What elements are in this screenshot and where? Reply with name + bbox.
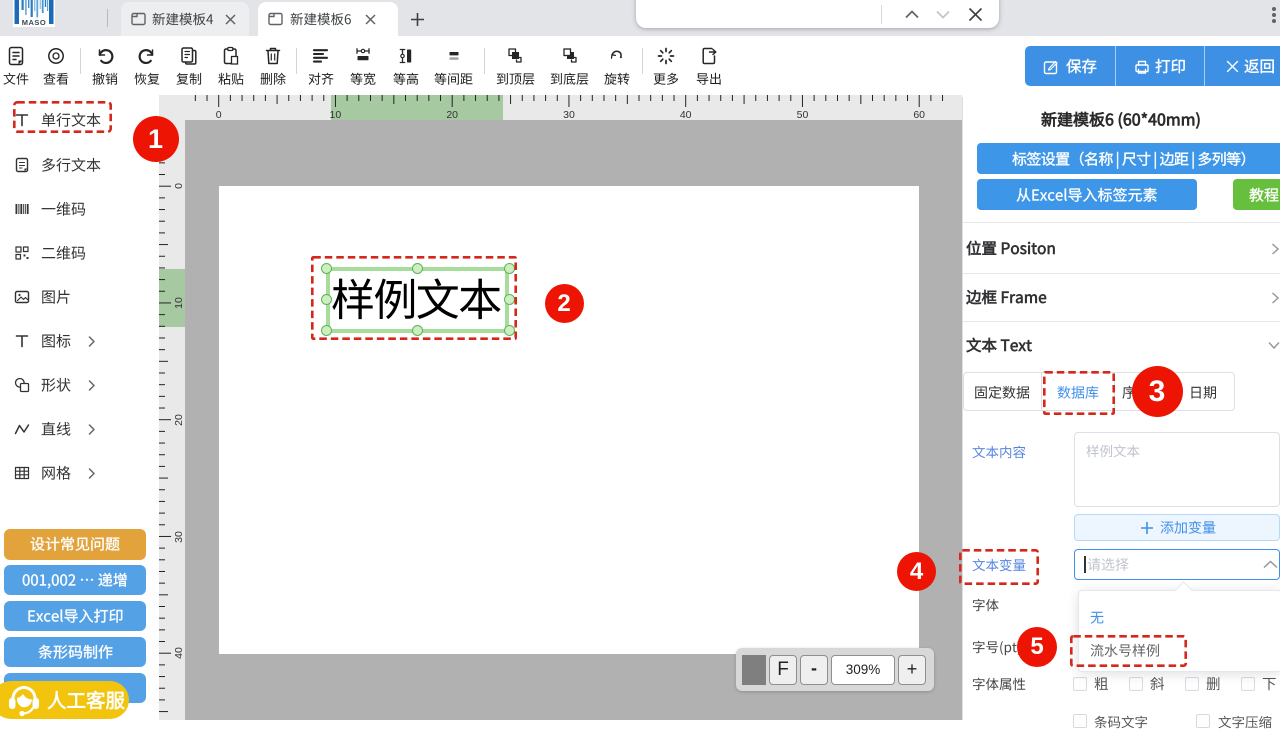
svg-text:MASO: MASO	[22, 18, 47, 27]
